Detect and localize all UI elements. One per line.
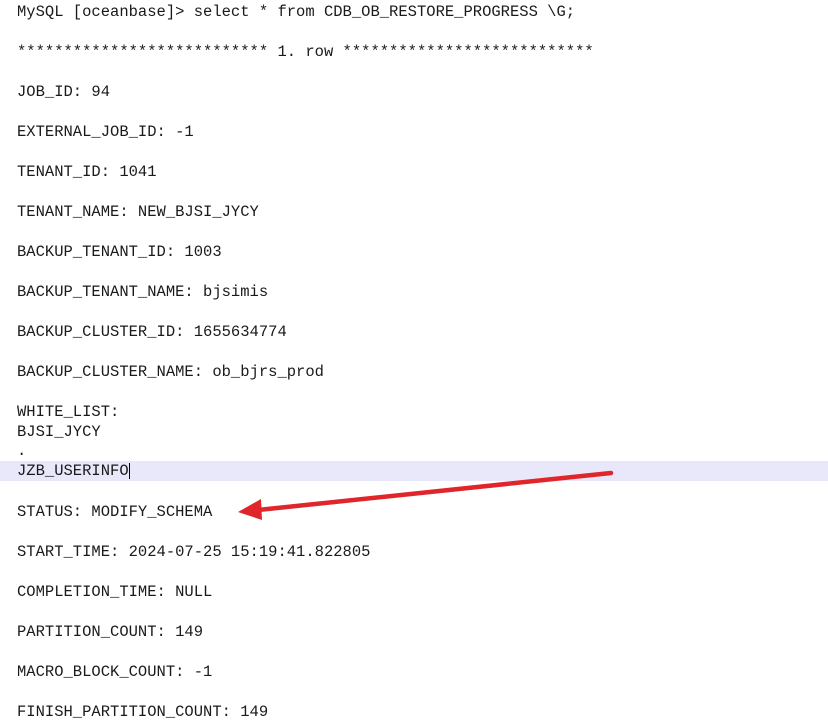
external-job-id-row: EXTERNAL_JOB_ID: -1 [17, 123, 194, 141]
backup-tenant-id-row: BACKUP_TENANT_ID: 1003 [17, 243, 222, 261]
tenant-name-row: TENANT_NAME: NEW_BJSI_JYCY [17, 203, 259, 221]
partition-count-row: PARTITION_COUNT: 149 [17, 623, 204, 641]
backup-tenant-name-row: BACKUP_TENANT_NAME: bjsimis [17, 283, 269, 301]
sql-command: MySQL [oceanbase]> select * from CDB_OB_… [17, 3, 576, 21]
backup-cluster-id-row: BACKUP_CLUSTER_ID: 1655634774 [17, 323, 287, 341]
completion-time-row: COMPLETION_TIME: NULL [17, 583, 213, 601]
backup-cluster-name-row: BACKUP_CLUSTER_NAME: ob_bjrs_prod [17, 363, 324, 381]
white-list-line-3: JZB_USERINFO [17, 462, 129, 480]
macro-block-count-row: MACRO_BLOCK_COUNT: -1 [17, 663, 213, 681]
job-id-row: JOB_ID: 94 [17, 83, 111, 101]
row-separator: *************************** 1. row *****… [17, 43, 594, 61]
text-cursor [128, 462, 130, 479]
status-row: STATUS: MODIFY_SCHEMA [17, 503, 213, 521]
arrow-head [238, 499, 262, 520]
white-list-label: WHITE_LIST: [17, 403, 120, 421]
start-time-row: START_TIME: 2024-07-25 15:19:41.822805 [17, 543, 371, 561]
white-list-line-2: . [17, 442, 27, 460]
white-list-line-1: BJSI_JYCY [17, 423, 101, 441]
finish-partition-count-row: FINISH_PARTITION_COUNT: 149 [17, 703, 269, 721]
tenant-id-row: TENANT_ID: 1041 [17, 163, 157, 181]
white-list-line-3-wrap[interactable]: JZB_USERINFO [17, 461, 130, 481]
